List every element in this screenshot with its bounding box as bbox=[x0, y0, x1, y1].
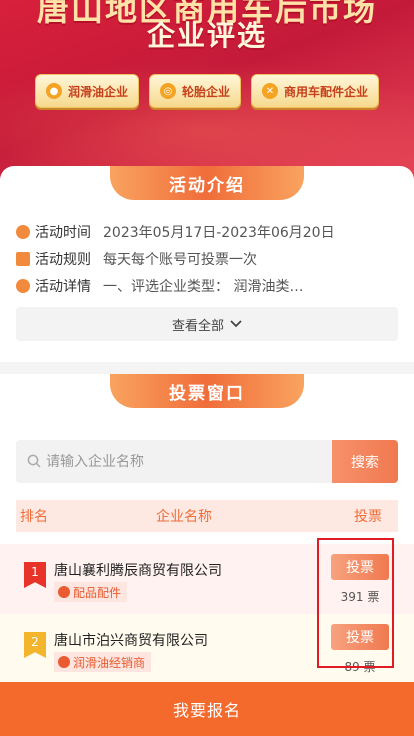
company-name[interactable]: 唐山襄利腾辰商贸有限公司 bbox=[54, 560, 222, 580]
oil-icon: ● bbox=[45, 83, 62, 99]
info-icon bbox=[16, 279, 30, 293]
signup-button[interactable]: 我要报名 bbox=[0, 682, 414, 736]
category-parts-button[interactable]: ✕ 商用车配件企业 bbox=[251, 74, 380, 108]
rank-badge: 2 bbox=[24, 632, 46, 658]
row-value: 2023年05月17日-2023年06月20日 bbox=[103, 225, 335, 241]
intro-heading: 活动介绍 bbox=[110, 166, 304, 200]
search-icon bbox=[27, 454, 41, 468]
search-input[interactable] bbox=[46, 440, 336, 483]
category-label: 商用车配件企业 bbox=[284, 84, 369, 99]
tag-label: 配品配件 bbox=[73, 585, 122, 600]
row-value: 一、评选企业类型： 润滑油类… bbox=[103, 279, 304, 295]
column-vote: 投票 bbox=[354, 509, 382, 525]
activity-intro-card: 活动介绍 活动时间 2023年05月17日-2023年06月20日 活动规则 每… bbox=[0, 166, 414, 362]
banner-subtitle: 企业评选 bbox=[146, 19, 267, 52]
row-label: 活动规则 bbox=[35, 252, 91, 268]
activity-time-row: 活动时间 2023年05月17日-2023年06月20日 bbox=[16, 222, 335, 242]
category-lubricant-button[interactable]: ● 润滑油企业 bbox=[34, 74, 139, 108]
category-label: 润滑油企业 bbox=[67, 84, 128, 99]
column-name: 企业名称 bbox=[156, 509, 212, 525]
category-tire-button[interactable]: ◎ 轮胎企业 bbox=[148, 74, 241, 108]
tag-icon bbox=[58, 656, 70, 668]
search-bar: 搜索 bbox=[16, 440, 398, 483]
row-label: 活动详情 bbox=[35, 279, 91, 295]
activity-rules-row: 活动规则 每天每个账号可投票一次 bbox=[16, 249, 257, 269]
banner: 唐山地区商用车后市场 企业评选 ● 润滑油企业 ◎ 轮胎企业 ✕ 商用车配件企业 bbox=[0, 0, 414, 190]
row-label: 活动时间 bbox=[35, 225, 91, 241]
rules-icon bbox=[16, 252, 30, 266]
category-tag: 配品配件 bbox=[54, 582, 128, 602]
view-all-button[interactable]: 查看全部 bbox=[16, 307, 398, 341]
view-all-label: 查看全部 bbox=[171, 318, 224, 334]
chevron-down-icon bbox=[230, 320, 242, 328]
tag-icon bbox=[58, 586, 70, 598]
ranking-table-header: 排名 企业名称 投票 bbox=[16, 500, 398, 532]
tag-label: 润滑油经销商 bbox=[73, 655, 146, 670]
parts-icon: ✕ bbox=[262, 83, 278, 99]
search-button[interactable]: 搜索 bbox=[332, 440, 398, 483]
row-value: 每天每个账号可投票一次 bbox=[103, 252, 257, 268]
category-label: 轮胎企业 bbox=[181, 84, 230, 99]
activity-details-row: 活动详情 一、评选企业类型： 润滑油类… bbox=[16, 276, 303, 296]
company-name[interactable]: 唐山市泊兴商贸有限公司 bbox=[54, 630, 208, 650]
column-rank: 排名 bbox=[20, 509, 48, 525]
category-tag: 润滑油经销商 bbox=[54, 652, 152, 672]
rank-badge: 1 bbox=[24, 562, 46, 588]
vote-heading: 投票窗口 bbox=[110, 374, 304, 408]
tire-icon: ◎ bbox=[159, 83, 176, 99]
vote-column-highlight bbox=[317, 538, 394, 668]
clock-icon bbox=[16, 225, 30, 239]
category-list: ● 润滑油企业 ◎ 轮胎企业 ✕ 商用车配件企业 bbox=[0, 74, 414, 108]
